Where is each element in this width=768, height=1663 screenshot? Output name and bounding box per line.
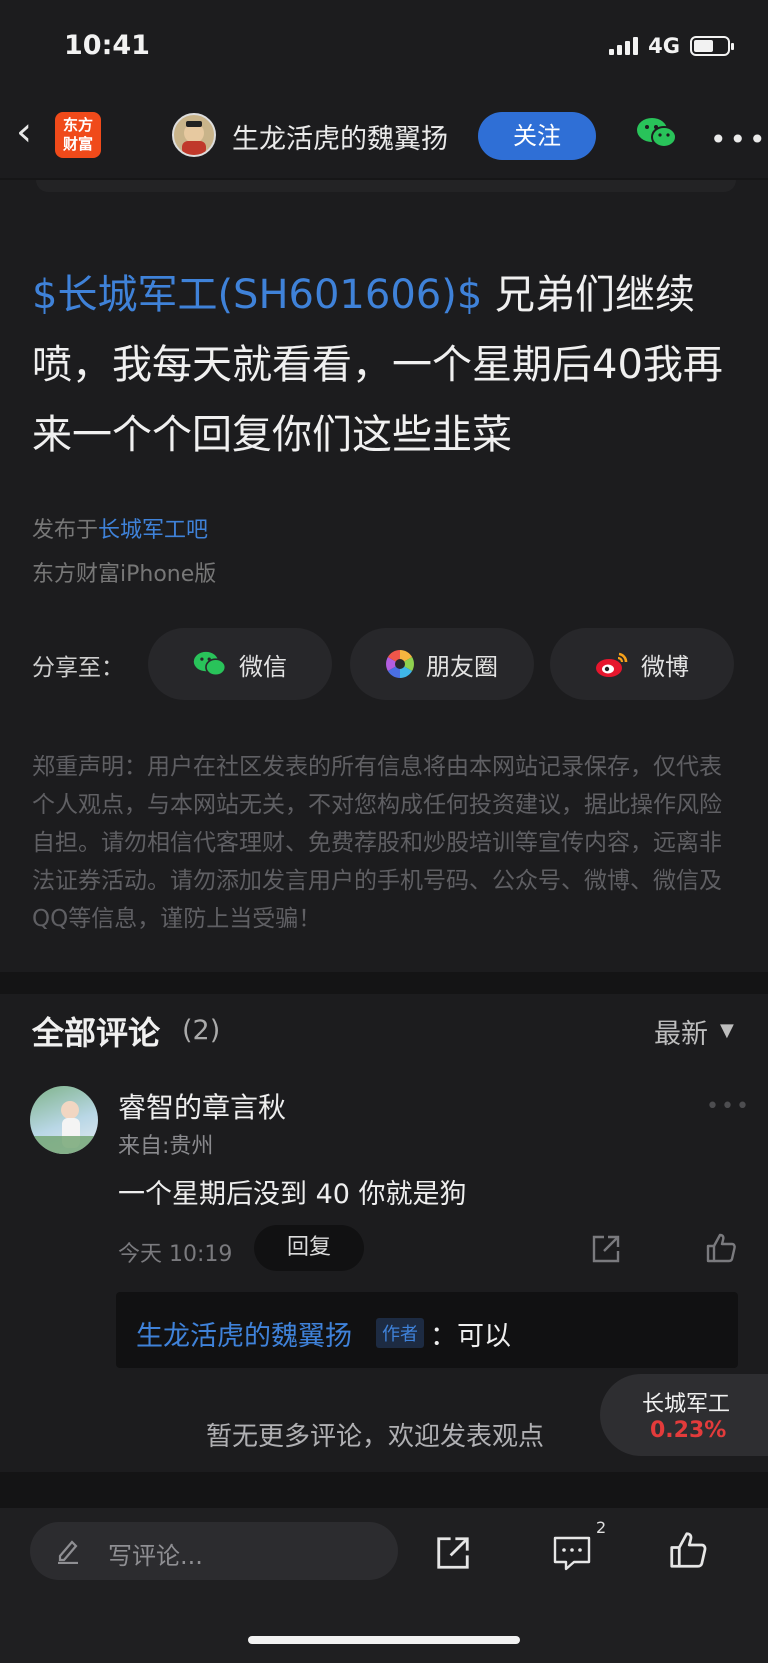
comment-share-icon[interactable] [590, 1233, 622, 1269]
share-icon[interactable] [434, 1534, 472, 1576]
share-moments-label: 朋友圈 [426, 652, 498, 681]
chevron-down-icon[interactable]: ▼ [720, 1020, 734, 1041]
share-wechat-button[interactable]: 微信 [148, 628, 332, 700]
post-device: 东方财富iPhone版 [32, 562, 217, 587]
battery-icon [690, 36, 734, 56]
logo-line-2: 财富 [62, 135, 93, 153]
logo-line-1: 东方 [62, 116, 93, 134]
comments-count: (2) [182, 1015, 221, 1046]
share-wechat-label: 微信 [239, 652, 287, 681]
comment-time: 今天 10:19 [118, 1242, 233, 1267]
section-divider [0, 972, 768, 994]
share-label: 分享至： [32, 655, 124, 681]
comment-icon[interactable] [552, 1534, 592, 1576]
app-logo[interactable]: 东方 财富 [55, 112, 101, 158]
write-comment-input[interactable] [30, 1522, 398, 1580]
board-link[interactable]: 长城军工吧 [98, 518, 208, 543]
network-type: 4G [648, 34, 680, 58]
sort-dropdown[interactable]: 最新 [654, 1012, 708, 1051]
weibo-icon [596, 652, 628, 677]
header-shadow [36, 180, 736, 192]
reply-button[interactable]: 回复 [254, 1225, 364, 1271]
comment-like-icon[interactable] [705, 1232, 737, 1268]
reply-text: ：可以 [430, 1321, 511, 1352]
signal-icon [609, 37, 639, 55]
comment-count-badge: 2 [596, 1518, 607, 1537]
reply-author[interactable]: 生龙活虎的魏翼扬 [136, 1314, 352, 1353]
published-prefix: 发布于 [32, 518, 99, 543]
like-icon[interactable] [668, 1530, 708, 1574]
share-weibo-label: 微博 [641, 652, 689, 681]
back-icon[interactable]: ‹ [16, 112, 32, 152]
write-comment-placeholder[interactable]: 写评论... [108, 1536, 203, 1571]
commenter-name[interactable]: 睿智的章言秋 [118, 1086, 286, 1126]
author-badge: 作者 [376, 1318, 424, 1348]
post-content: $长城军工(SH601606)$ 兄弟们继续喷，我每天就看看，一个星期后40我再… [32, 260, 742, 470]
more-icon[interactable]: ••• [710, 126, 768, 154]
commenter-location: 来自:贵州 [118, 1134, 214, 1159]
status-indicators: 4G [609, 34, 734, 58]
author-name[interactable]: 生龙活虎的魏翼扬 [232, 117, 448, 156]
commenter-avatar[interactable] [30, 1086, 98, 1154]
status-time: 10:41 [64, 30, 150, 61]
footer-divider [0, 1472, 768, 1508]
home-indicator[interactable] [248, 1636, 520, 1644]
stock-tag-link[interactable]: $长城军工(SH601606)$ [32, 272, 482, 318]
floating-stock-change: 0.23% [650, 1418, 727, 1443]
published-in: 发布于长城军工吧 [32, 512, 208, 544]
share-weibo-button[interactable]: 微博 [550, 628, 734, 700]
floating-stock-name[interactable]: 长城军工 [642, 1386, 730, 1418]
follow-button[interactable]: 关注 [478, 112, 596, 160]
comment-text: 一个星期后没到 40 你就是狗 [118, 1179, 467, 1210]
wechat-share-icon[interactable] [636, 116, 678, 154]
comment-more-icon[interactable]: ••• [706, 1094, 751, 1119]
disclaimer-text: 郑重声明：用户在社区发表的所有信息将由本网站记录保存，仅代表个人观点，与本网站无… [32, 754, 722, 932]
comments-title: 全部评论 [32, 1014, 161, 1052]
moments-icon [386, 650, 414, 678]
no-more-comments: 暂无更多评论，欢迎发表观点 [206, 1422, 545, 1452]
author-avatar[interactable] [172, 113, 216, 157]
pencil-icon [54, 1536, 82, 1568]
share-moments-button[interactable]: 朋友圈 [350, 628, 534, 700]
wechat-icon [193, 651, 227, 677]
